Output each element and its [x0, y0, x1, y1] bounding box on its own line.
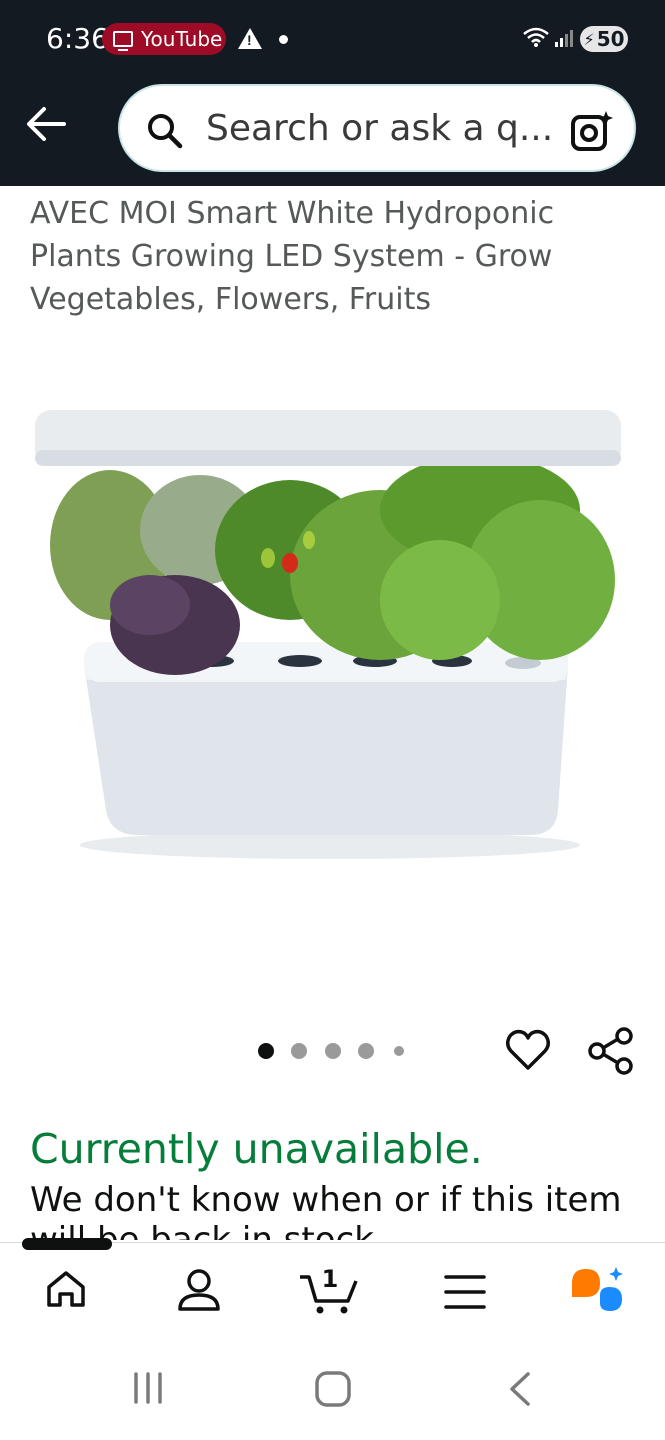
battery-level: 50 [596, 27, 625, 51]
product-image[interactable] [0, 380, 665, 920]
search-input[interactable]: Search or ask a q... [206, 108, 553, 149]
signal-icon [555, 30, 573, 47]
home-icon[interactable] [44, 1267, 88, 1311]
wifi-icon [523, 27, 549, 47]
image-carousel-indicator [258, 1043, 418, 1061]
availability-detail: We don't know when or if this item will … [30, 1180, 622, 1240]
bottom-navigation: 1 [0, 1242, 665, 1341]
cart-count: 1 [322, 1265, 339, 1293]
account-icon[interactable] [176, 1267, 222, 1313]
notification-app-label: YouTube [141, 27, 223, 51]
scroll-indicator [22, 1238, 112, 1250]
recents-icon[interactable] [130, 1370, 166, 1406]
rufus-icon[interactable] [570, 1265, 626, 1315]
status-time: 6:36 [46, 22, 109, 55]
arrow-left-icon[interactable] [24, 104, 68, 144]
status-bar: 6:36 YouTube ! ⚡ 50 [0, 0, 665, 80]
carousel-dot[interactable] [291, 1043, 307, 1059]
dot-icon [279, 35, 288, 44]
top-header: 6:36 YouTube ! ⚡ 50 Search or ask a q... [0, 0, 665, 186]
carousel-dot-active[interactable] [258, 1043, 274, 1059]
share-icon[interactable] [586, 1026, 636, 1076]
camera-sparkle-icon[interactable] [570, 109, 614, 153]
product-title: AVEC MOI Smart White Hydroponic Plants G… [30, 196, 555, 317]
back-button-icon[interactable] [506, 1370, 534, 1408]
cart-icon[interactable]: 1 [298, 1263, 360, 1315]
availability-status: Currently unavailable. [30, 1125, 483, 1173]
search-icon [148, 114, 183, 149]
heart-icon[interactable] [504, 1026, 552, 1074]
youtube-notification-badge[interactable]: YouTube [102, 23, 226, 55]
home-button-icon[interactable] [314, 1370, 352, 1408]
warning-icon: ! [238, 28, 262, 49]
search-bar[interactable]: Search or ask a q... [118, 84, 636, 172]
tv-icon [113, 31, 133, 51]
carousel-dot[interactable] [325, 1043, 341, 1059]
menu-icon[interactable] [444, 1271, 486, 1313]
battery-charging-icon: ⚡ 50 [580, 26, 628, 52]
carousel-dot[interactable] [394, 1046, 404, 1056]
system-navigation-bar [0, 1340, 665, 1440]
carousel-dot[interactable] [358, 1043, 374, 1059]
